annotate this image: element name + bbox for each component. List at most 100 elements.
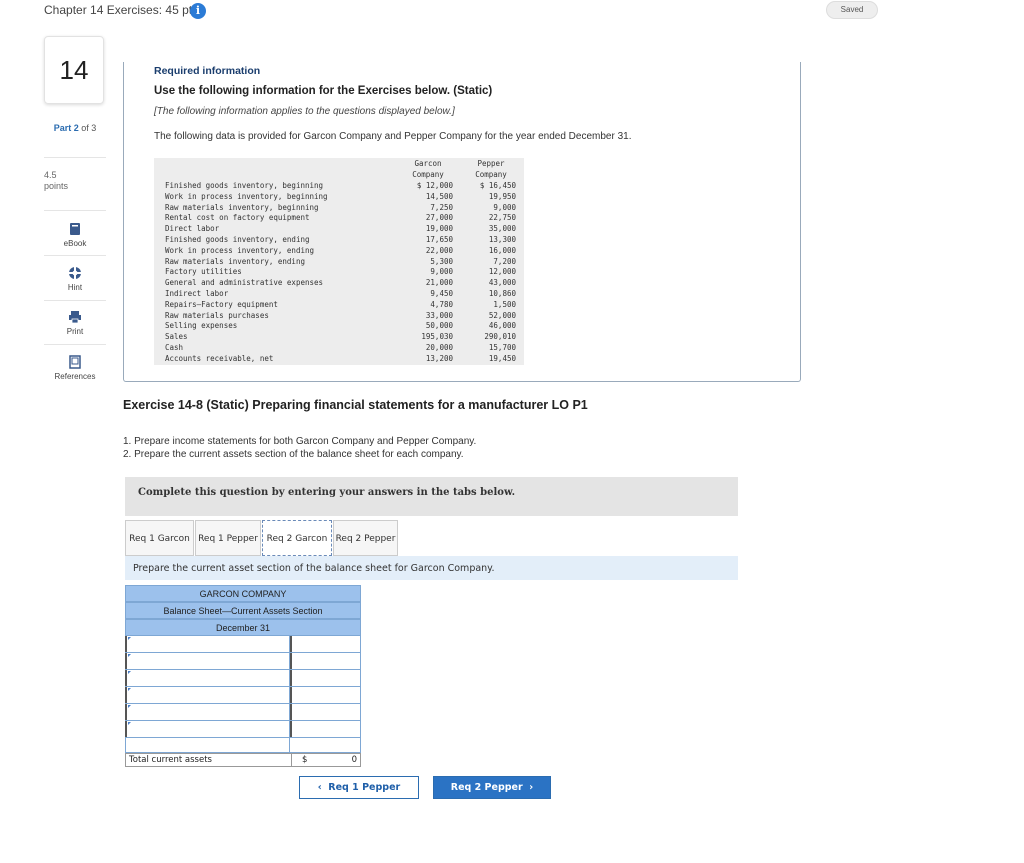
complete-question-text: Complete this question by entering your … <box>138 487 516 498</box>
garcon-value: 27,000 <box>425 213 453 223</box>
tab-req1-garcon[interactable]: Req 1 Garcon <box>125 520 194 556</box>
garcon-value: 13,200 <box>425 353 453 363</box>
col-header-garcon-line2: Company <box>412 169 444 179</box>
bs-date: December 31 <box>125 619 361 636</box>
pepper-value: 7,200 <box>493 256 516 266</box>
saved-badge: Saved <box>826 1 878 19</box>
bs-input-row[interactable] <box>125 704 361 721</box>
row-label: Rental cost on factory equipment <box>165 213 310 223</box>
table-row: Raw materials inventory, ending 5,300 7,20… <box>154 257 524 268</box>
account-select[interactable] <box>125 636 290 652</box>
row-label: Selling expenses <box>165 321 238 331</box>
bs-input-row[interactable] <box>125 636 361 653</box>
amount-input[interactable] <box>290 687 361 703</box>
sidebar-divider <box>44 210 106 211</box>
references-icon <box>69 355 81 369</box>
col-header-garcon-line1: Garcon <box>414 159 442 168</box>
ebook-label: eBook <box>63 239 87 248</box>
row-label: Finished goods inventory, beginning <box>165 181 324 190</box>
bs-input-row[interactable] <box>125 721 361 738</box>
prev-req-button[interactable]: ‹ Req 1 Pepper <box>299 776 419 799</box>
info-description: The following data is provided for Garco… <box>154 131 632 142</box>
account-select[interactable] <box>125 670 290 686</box>
part-indicator: Part 2 of 3 <box>44 123 106 133</box>
table-row: Accounts receivable, net 13,200 19,450 <box>154 354 524 365</box>
row-label: Direct labor <box>165 224 220 234</box>
row-label: Raw materials purchases <box>165 310 269 320</box>
amount-input[interactable] <box>290 721 361 737</box>
amount-input[interactable] <box>290 636 361 652</box>
table-row: Factory utilities 9,000 12,000 <box>154 267 524 278</box>
prev-req-label: Req 1 Pepper <box>328 782 401 793</box>
pepper-value: 52,000 <box>488 310 516 320</box>
sidebar-divider <box>44 344 106 345</box>
sidebar-divider <box>44 255 106 256</box>
prompt-text: Prepare the current asset section of the… <box>133 563 495 574</box>
amount-input[interactable] <box>290 653 361 669</box>
garcon-value: 20,000 <box>425 342 453 352</box>
pepper-value: 13,300 <box>488 234 516 244</box>
col-header-pepper-line2: Company <box>475 169 507 179</box>
table-row: Work in process inventory, ending 22,000 1… <box>154 246 524 257</box>
print-button[interactable]: Print <box>44 310 106 336</box>
references-button[interactable]: References <box>44 355 106 381</box>
question-number[interactable]: 14 <box>44 36 104 104</box>
pepper-value: 10,860 <box>488 288 516 298</box>
table-row: Direct labor 19,000 35,000 <box>154 224 524 235</box>
bs-input-row[interactable] <box>125 670 361 687</box>
account-select[interactable] <box>125 687 290 703</box>
garcon-value: 7,250 <box>430 202 453 212</box>
account-select[interactable] <box>125 721 290 737</box>
table-row: Finished goods inventory, ending 17,650 13… <box>154 235 524 246</box>
bs-input-row[interactable] <box>125 653 361 670</box>
table-row: Repairs—Factory equipment 4,780 1,500 <box>154 300 524 311</box>
account-select[interactable] <box>125 704 290 720</box>
row-label: Raw materials inventory, beginning <box>165 202 319 212</box>
table-header-row: Garcon Company Pepper Company <box>154 158 524 181</box>
pepper-value: 290,010 <box>484 332 516 342</box>
spacer-cell <box>290 738 361 752</box>
hint-label: Hint <box>67 283 83 292</box>
row-label: Factory utilities <box>165 267 242 277</box>
garcon-value: 50,000 <box>425 321 453 331</box>
exercise-title: Exercise 14-8 (Static) Preparing financi… <box>123 398 588 412</box>
col-header-pepper-line1: Pepper <box>477 159 505 168</box>
garcon-value: $ 12,000 <box>416 181 453 190</box>
row-label: General and administrative expenses <box>165 278 324 288</box>
tab-req2-pepper[interactable]: Req 2 Pepper <box>333 520 398 556</box>
print-icon <box>69 311 81 324</box>
instruction-2: 2. Prepare the current assets section of… <box>123 449 464 460</box>
total-currency: $ <box>302 755 308 765</box>
row-label: Accounts receivable, net <box>165 353 274 363</box>
table-row: Raw materials inventory, beginning 7,250 9… <box>154 203 524 214</box>
info-icon[interactable]: i <box>190 3 206 19</box>
pepper-value: 9,000 <box>493 202 516 212</box>
next-req-label: Req 2 Pepper <box>450 782 523 793</box>
garcon-value: 17,650 <box>425 234 453 244</box>
table-row: Sales 195,030 290,010 <box>154 332 524 343</box>
ebook-button[interactable]: eBook <box>44 222 106 248</box>
table-row: Work in process inventory, beginning 14,5… <box>154 192 524 203</box>
pepper-value: 22,750 <box>488 213 516 223</box>
pepper-value: 46,000 <box>488 321 516 331</box>
bs-company-name: GARCON COMPANY <box>125 585 361 602</box>
garcon-value: 9,450 <box>430 288 453 298</box>
print-label: Print <box>66 327 84 336</box>
account-select[interactable] <box>125 653 290 669</box>
bs-input-row[interactable] <box>125 687 361 704</box>
next-req-button[interactable]: Req 2 Pepper › <box>433 776 551 799</box>
garcon-value: 4,780 <box>430 299 453 309</box>
tab-req2-garcon[interactable]: Req 2 Garcon <box>262 520 332 556</box>
bs-spacer-row <box>125 738 361 753</box>
pepper-value: $ 16,450 <box>479 181 516 190</box>
garcon-value: 9,000 <box>430 267 453 277</box>
row-label: Repairs—Factory equipment <box>165 299 278 309</box>
row-label: Raw materials inventory, ending <box>165 256 305 266</box>
amount-input[interactable] <box>290 670 361 686</box>
hint-button[interactable]: Hint <box>44 266 106 292</box>
info-title: Use the following information for the Ex… <box>154 85 493 97</box>
amount-input[interactable] <box>290 704 361 720</box>
garcon-value: 195,030 <box>421 332 453 342</box>
part-prefix: Part <box>53 123 74 133</box>
tab-req1-pepper[interactable]: Req 1 Pepper <box>195 520 261 556</box>
